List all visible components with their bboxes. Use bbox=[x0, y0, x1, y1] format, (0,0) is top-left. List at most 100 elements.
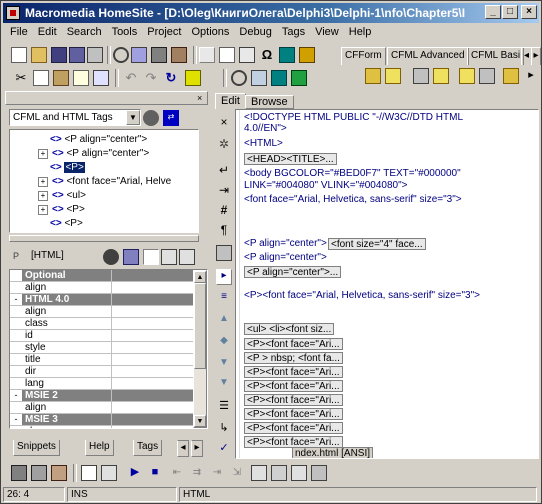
collapsed-code-block[interactable]: <P><font face="Ari... bbox=[244, 380, 343, 392]
tag-stack-icon[interactable] bbox=[311, 465, 327, 481]
check-icon[interactable]: ✓ bbox=[216, 441, 232, 457]
sort-icon[interactable] bbox=[161, 249, 177, 265]
save-icon[interactable] bbox=[51, 47, 67, 63]
scroll-down-icon[interactable]: ▼ bbox=[194, 415, 206, 427]
cfform-icon[interactable] bbox=[365, 68, 381, 84]
paragraph-icon[interactable]: ¶ bbox=[216, 223, 232, 239]
attribute-value[interactable] bbox=[112, 342, 193, 354]
tag-inspector-icon[interactable] bbox=[239, 47, 255, 63]
close-doc-icon[interactable] bbox=[87, 47, 103, 63]
paste-icon[interactable] bbox=[53, 70, 69, 86]
find-files-icon[interactable] bbox=[151, 47, 167, 63]
copy-icon[interactable] bbox=[33, 70, 49, 86]
validate-icon[interactable] bbox=[185, 70, 201, 86]
new-file-icon[interactable] bbox=[11, 47, 27, 63]
print-icon[interactable] bbox=[73, 70, 89, 86]
inspector-edit-icon[interactable] bbox=[123, 249, 139, 265]
inspector-attribute-row[interactable]: lang bbox=[10, 378, 193, 390]
attribute-value[interactable] bbox=[112, 426, 193, 428]
replace-icon[interactable] bbox=[131, 47, 147, 63]
inspector-attribute-row[interactable]: class bbox=[10, 318, 193, 330]
collapsed-code-block[interactable]: <P><font face="Ari... bbox=[244, 422, 343, 434]
browse-icon[interactable] bbox=[251, 70, 267, 86]
special-chars-icon[interactable]: Ω bbox=[259, 47, 275, 63]
word-wrap-icon[interactable]: ↵ bbox=[216, 163, 232, 179]
attribute-value[interactable] bbox=[112, 306, 193, 318]
debug-settings-icon[interactable] bbox=[31, 465, 47, 481]
tree-node[interactable]: + <> <P align="center"> bbox=[38, 148, 149, 159]
expand-icon[interactable]: + bbox=[38, 205, 48, 215]
more-tags-icon[interactable]: ▸ bbox=[523, 68, 539, 84]
attribute-value[interactable] bbox=[112, 390, 193, 402]
collapsed-code-block[interactable]: <P><font face="Ari... bbox=[244, 338, 343, 350]
inspector-group-row[interactable]: - HTML 4.0 bbox=[10, 294, 193, 306]
insert-mode-icon[interactable]: ▸ bbox=[216, 269, 232, 285]
external-browser-icon[interactable] bbox=[271, 70, 287, 86]
monitor-icon[interactable] bbox=[216, 245, 232, 261]
settings-icon[interactable] bbox=[143, 110, 159, 126]
close-doc-icon[interactable]: × bbox=[216, 115, 232, 131]
attribute-value[interactable] bbox=[112, 318, 193, 330]
quick-bar-icon[interactable] bbox=[219, 47, 235, 63]
attribute-value[interactable] bbox=[112, 366, 193, 378]
gear-icon[interactable]: ✲ bbox=[216, 137, 232, 153]
list-icon[interactable]: ☰ bbox=[216, 399, 232, 415]
tab-tags[interactable]: Tags bbox=[133, 440, 163, 456]
scroll-thumb[interactable] bbox=[194, 283, 206, 369]
tree-view-icon[interactable] bbox=[291, 70, 307, 86]
menu-debug[interactable]: Debug bbox=[234, 24, 276, 38]
collapsed-code-block[interactable]: <HEAD><TITLE>... bbox=[244, 153, 337, 165]
monitor-icon[interactable] bbox=[279, 47, 295, 63]
menu-help[interactable]: Help bbox=[344, 24, 377, 38]
collapsed-code-block[interactable]: <P><font face="Ari... bbox=[244, 366, 343, 378]
tag-arrows-icon[interactable]: ⇄ bbox=[163, 110, 179, 126]
menu-project[interactable]: Project bbox=[142, 24, 186, 38]
cfgrid-icon[interactable] bbox=[503, 68, 519, 84]
menu-edit[interactable]: Edit bbox=[33, 24, 62, 38]
menu-options[interactable]: Options bbox=[187, 24, 235, 38]
attribute-value[interactable] bbox=[112, 378, 193, 390]
attribute-value[interactable] bbox=[112, 294, 193, 306]
collapsed-code-block[interactable]: <font size="4" face... bbox=[328, 238, 426, 250]
cfselect-icon[interactable] bbox=[413, 68, 429, 84]
cftree-icon[interactable] bbox=[479, 68, 495, 84]
inspector-attribute-row[interactable]: class bbox=[10, 426, 193, 428]
find-icon[interactable] bbox=[113, 47, 129, 63]
tag-type-combo[interactable]: CFML and HTML Tags ▼ bbox=[9, 109, 141, 126]
move-bottom-icon[interactable]: ▼ bbox=[216, 377, 232, 393]
tree-node[interactable]: <> <P> bbox=[50, 218, 83, 229]
inspector-attribute-row[interactable]: align bbox=[10, 282, 193, 294]
cfinput-icon[interactable] bbox=[385, 68, 401, 84]
refresh-icon[interactable]: ↻ bbox=[163, 70, 179, 86]
code-editor[interactable]: <!DOCTYPE HTML PUBLIC "-//W3C//DTD HTML 4… bbox=[235, 109, 539, 459]
collapse-icon[interactable]: - bbox=[10, 390, 22, 402]
expand-icon[interactable]: + bbox=[38, 149, 48, 159]
resource-tab-icon[interactable] bbox=[199, 47, 215, 63]
indent-icon[interactable]: ⇥ bbox=[216, 183, 232, 199]
debug-end-icon[interactable] bbox=[51, 465, 67, 481]
menu-file[interactable]: File bbox=[3, 24, 33, 38]
combo-dropdown-icon[interactable]: ▼ bbox=[126, 110, 140, 125]
tab-edit[interactable]: Edit bbox=[215, 93, 246, 109]
collapsed-code-block[interactable]: <P><font face="Ari... bbox=[244, 394, 343, 406]
inspector-attribute-row[interactable]: align bbox=[10, 402, 193, 414]
collapse-icon[interactable] bbox=[10, 270, 22, 282]
tab-snippets[interactable]: Snippets bbox=[13, 440, 60, 456]
tab-cfform[interactable]: CFForm bbox=[341, 47, 386, 65]
inspector-scrollbar[interactable]: ▲ ▼ bbox=[193, 270, 207, 428]
move-down-icon[interactable]: ▼ bbox=[216, 357, 232, 373]
step-over-icon[interactable]: ⇉ bbox=[189, 465, 205, 481]
debug-start-icon[interactable] bbox=[11, 465, 27, 481]
attribute-value[interactable] bbox=[112, 354, 193, 366]
list-view-icon[interactable] bbox=[143, 249, 159, 265]
attribute-value[interactable] bbox=[112, 402, 193, 414]
tab-scroll-left[interactable]: ◂ bbox=[177, 440, 189, 457]
inspector-group-row[interactable]: - MSIE 2 bbox=[10, 390, 193, 402]
redo-icon[interactable]: ↷ bbox=[143, 70, 159, 86]
breakpoint-icon[interactable] bbox=[81, 465, 97, 481]
attribute-value[interactable] bbox=[112, 414, 193, 426]
collapsed-code-block[interactable]: <P align="center">... bbox=[244, 266, 342, 278]
run-icon[interactable]: ▶ bbox=[127, 465, 143, 481]
cut-icon[interactable]: ✂ bbox=[13, 70, 29, 86]
tab-help[interactable]: Help bbox=[85, 440, 114, 456]
